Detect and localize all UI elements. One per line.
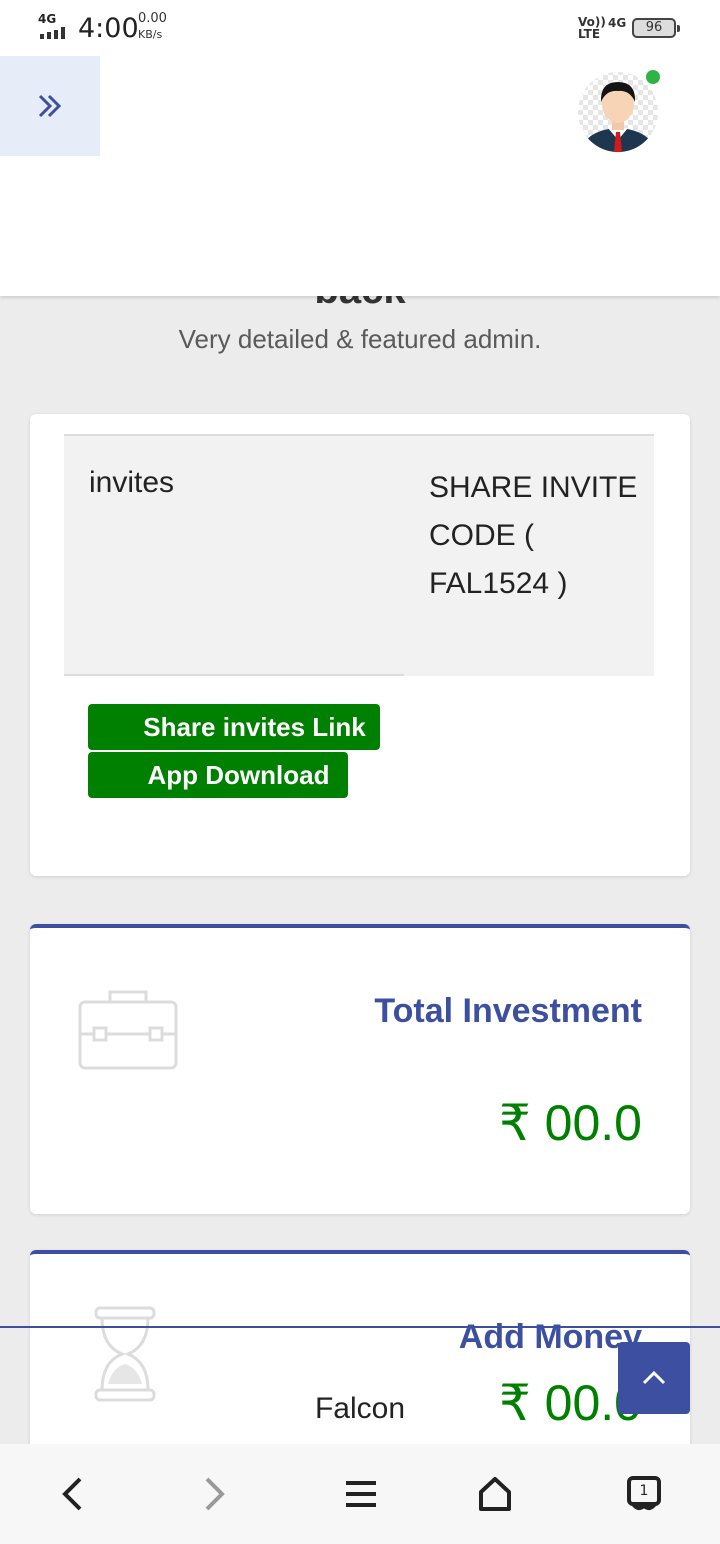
share-invite-link-button[interactable]: Share invites Link xyxy=(88,704,380,750)
hourglass-icon xyxy=(94,1306,156,1402)
add-money-title: Add Money xyxy=(458,1318,642,1356)
clock: 4:00 xyxy=(78,13,139,44)
invite-label-cell: invites xyxy=(64,434,404,676)
network-type: 4G xyxy=(38,12,57,26)
total-investment-title: Total Investment xyxy=(374,992,642,1030)
briefcase-icon xyxy=(78,990,178,1070)
app-download-button[interactable]: App Download xyxy=(88,752,348,798)
speed-value: 0.00 xyxy=(138,11,167,26)
speed-unit: KB/s xyxy=(138,27,163,41)
total-investment-value: ₹ 00.0 xyxy=(498,1095,642,1151)
network-type-2: 4G xyxy=(608,16,627,30)
invite-code-label: SHARE INVITE CODE ( FAL1524 ) xyxy=(429,471,638,600)
online-status-dot xyxy=(644,68,662,86)
browser-nav-bar: 1 xyxy=(0,1444,720,1544)
invite-card: invites SHARE INVITE CODE ( FAL1524 ) Sh… xyxy=(30,414,690,876)
menu-icon xyxy=(346,1481,376,1507)
invite-code-cell: SHARE INVITE CODE ( FAL1524 ) xyxy=(404,434,654,676)
status-bar: 4G 4:00 0.00 KB/s Vo)) LTE 4G 96 xyxy=(0,0,720,56)
nav-tabs-button[interactable]: 1 xyxy=(622,1472,666,1516)
sidebar-toggle-button[interactable] xyxy=(0,56,100,156)
back-icon xyxy=(62,1477,82,1511)
footer-brand: Falcon xyxy=(314,1392,406,1425)
tabs-count: 1 xyxy=(640,1483,649,1499)
invite-table: invites SHARE INVITE CODE ( FAL1524 ) xyxy=(64,434,654,676)
footer-divider xyxy=(0,1326,720,1328)
invites-label: invites xyxy=(89,466,175,499)
network-speed: 0.00 KB/s xyxy=(138,11,167,42)
nav-back-button[interactable] xyxy=(50,1472,94,1516)
home-icon xyxy=(479,1477,511,1511)
total-investment-card: Total Investment ₹ 00.0 xyxy=(30,924,690,1214)
chevron-up-icon xyxy=(642,1370,666,1385)
nav-forward-button[interactable] xyxy=(193,1472,237,1516)
nav-home-button[interactable] xyxy=(473,1472,517,1516)
welcome-subtitle: Very detailed & featured admin. xyxy=(178,324,542,354)
scroll-to-top-button[interactable] xyxy=(618,1342,690,1414)
battery-icon: 96 xyxy=(632,18,680,38)
nav-menu-button[interactable] xyxy=(339,1472,383,1516)
signal-icon xyxy=(40,27,70,39)
forward-icon xyxy=(205,1477,225,1511)
double-chevron-right-icon xyxy=(38,94,62,118)
top-header xyxy=(0,56,720,296)
tabs-icon: 1 xyxy=(627,1476,661,1511)
volte-indicator: Vo)) LTE xyxy=(578,15,606,41)
